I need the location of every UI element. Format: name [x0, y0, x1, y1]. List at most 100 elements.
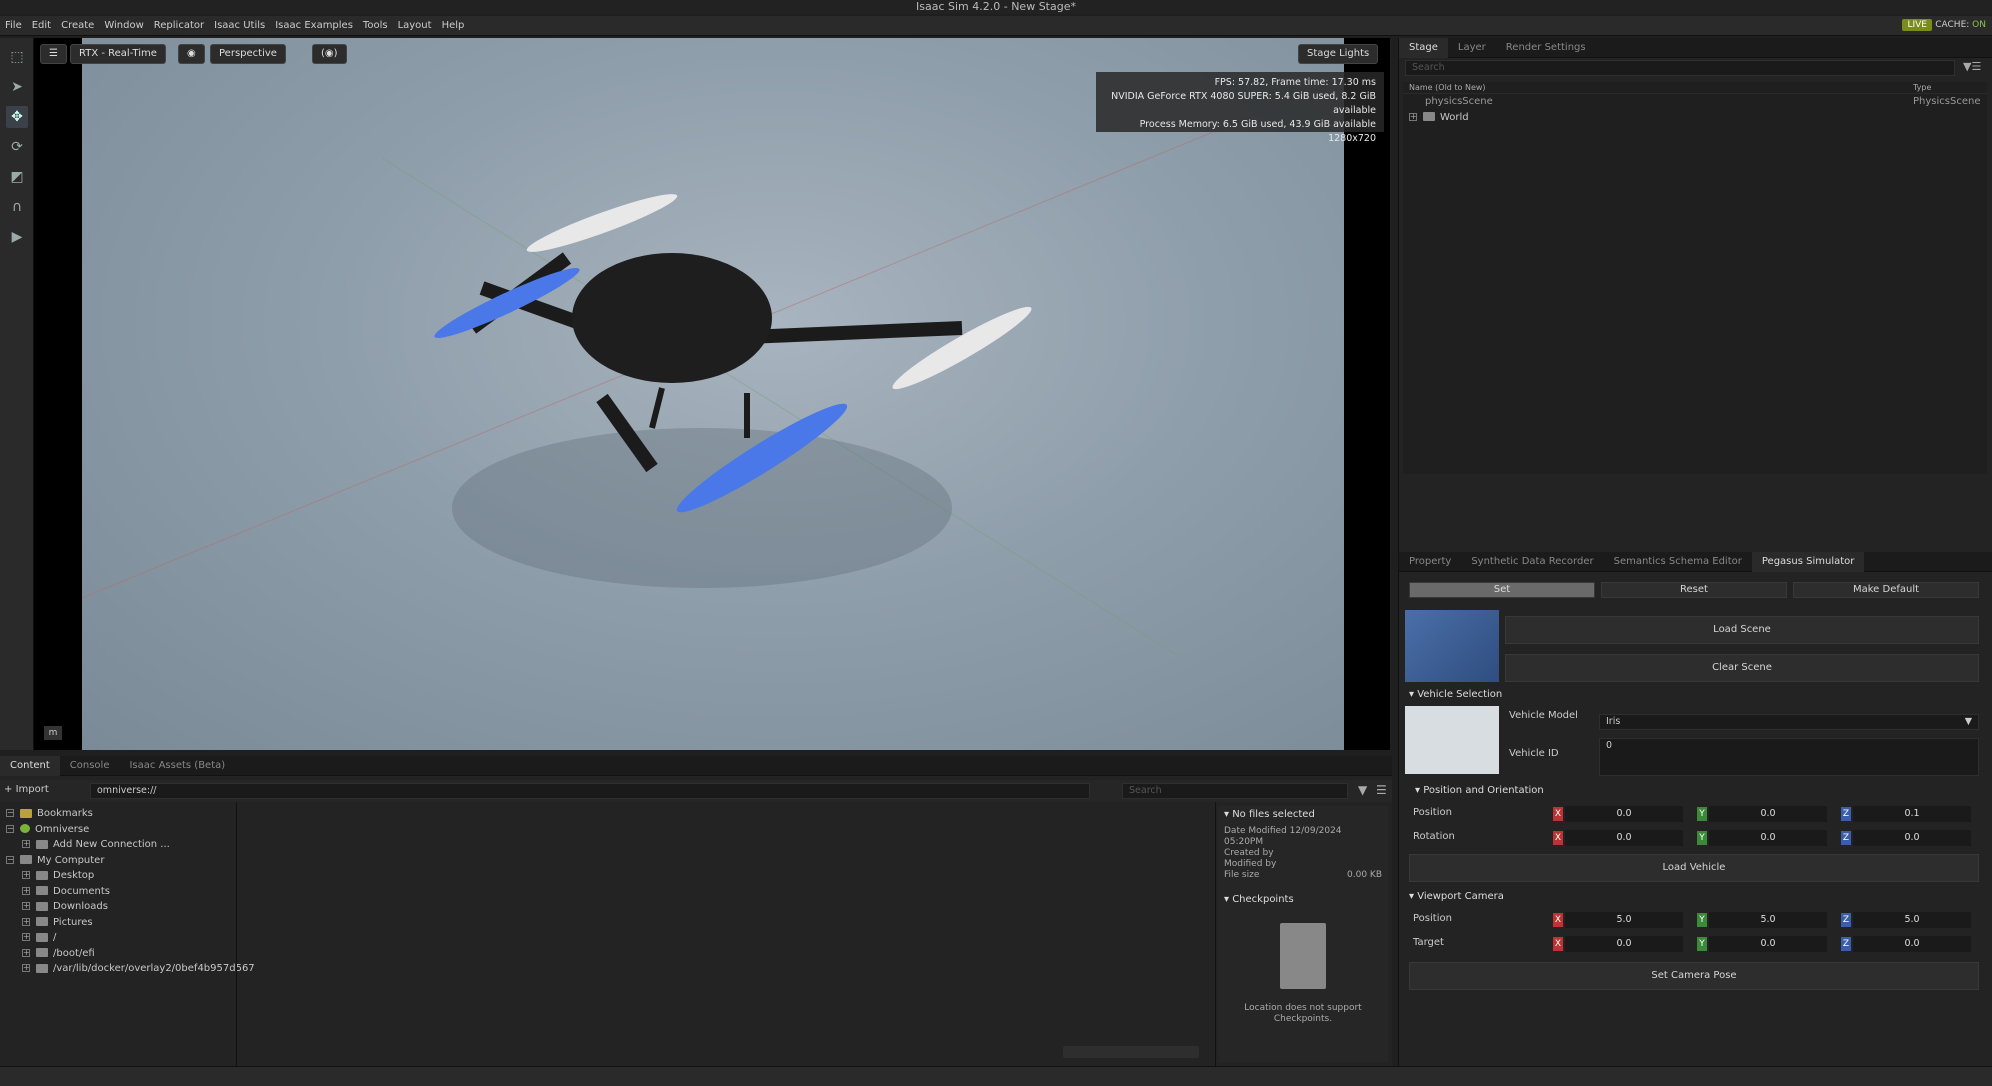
tab-semantics-schema-editor[interactable]: Semantics Schema Editor: [1604, 552, 1752, 572]
menu-icon[interactable]: ☰: [1376, 783, 1387, 797]
path-field[interactable]: omniverse://: [90, 783, 1090, 799]
camera-position-z-value[interactable]: 5.0: [1853, 912, 1971, 928]
rotation-z-value[interactable]: 0.0: [1853, 830, 1971, 846]
content-search-input[interactable]: Search: [1122, 783, 1348, 799]
camera-target-y[interactable]: Y 0.0: [1697, 936, 1837, 952]
reset-button[interactable]: Reset: [1601, 582, 1787, 598]
menu-file[interactable]: File: [0, 16, 27, 36]
camera-position-z[interactable]: Z 5.0: [1841, 912, 1981, 928]
camera-position-y[interactable]: Y 5.0: [1697, 912, 1837, 928]
position-x-value[interactable]: 0.0: [1565, 806, 1683, 822]
tab-property[interactable]: Property: [1399, 552, 1461, 572]
menu-isaac-utils[interactable]: Isaac Utils: [209, 16, 270, 36]
camera-target-z-value[interactable]: 0.0: [1853, 936, 1971, 952]
position-x[interactable]: X 0.0: [1553, 806, 1693, 822]
stage-lights-button[interactable]: Stage Lights: [1298, 44, 1379, 64]
menu-create[interactable]: Create: [56, 16, 99, 36]
menu-isaac-examples[interactable]: Isaac Examples: [270, 16, 358, 36]
camera-button[interactable]: Perspective: [210, 44, 286, 64]
tab-render-settings[interactable]: Render Settings: [1496, 38, 1596, 58]
rotation-z[interactable]: Z 0.0: [1841, 830, 1981, 846]
renderer-button[interactable]: RTX - Real-Time: [70, 44, 166, 64]
camera-position-x[interactable]: X 5.0: [1553, 912, 1693, 928]
position-z-value[interactable]: 0.1: [1853, 806, 1971, 822]
play-icon[interactable]: ▶: [6, 226, 28, 248]
menu-layout[interactable]: Layout: [393, 16, 437, 36]
import-button[interactable]: + Import: [4, 784, 49, 795]
stage-item-physics-scene[interactable]: physicsScene PhysicsScene: [1403, 94, 1987, 110]
load-vehicle-button[interactable]: Load Vehicle: [1409, 854, 1979, 882]
tab-isaac-assets[interactable]: Isaac Assets (Beta): [119, 756, 235, 776]
clear-scene-button[interactable]: Clear Scene: [1505, 654, 1979, 682]
tree-documents[interactable]: + Documents: [6, 884, 232, 900]
scale-icon[interactable]: ◩: [6, 166, 28, 188]
snap-icon[interactable]: ∩: [6, 196, 28, 218]
tree-downloads[interactable]: + Downloads: [6, 899, 232, 915]
rotation-x[interactable]: X 0.0: [1553, 830, 1693, 846]
capture-icon[interactable]: (◉): [312, 44, 347, 64]
menu-edit[interactable]: Edit: [27, 16, 56, 36]
tree-label: Omniverse: [35, 823, 90, 835]
tree-desktop[interactable]: + Desktop: [6, 868, 232, 884]
stage-filter-icon[interactable]: ▼☰: [1963, 60, 1981, 73]
set-button[interactable]: Set: [1409, 582, 1595, 598]
make-default-button[interactable]: Make Default: [1793, 582, 1979, 598]
tree-add-connection[interactable]: + Add New Connection ...: [6, 837, 232, 853]
tree-omniverse[interactable]: − Omniverse: [6, 822, 232, 838]
tab-synthetic-data-recorder[interactable]: Synthetic Data Recorder: [1461, 552, 1603, 572]
menu-replicator[interactable]: Replicator: [149, 16, 209, 36]
filter-icon[interactable]: ▼: [1358, 783, 1367, 797]
load-scene-button[interactable]: Load Scene: [1505, 616, 1979, 644]
axis-x: X: [1553, 913, 1563, 927]
vehicle-id-field[interactable]: 0: [1599, 738, 1979, 776]
thumbnail-size-slider[interactable]: [1063, 1046, 1199, 1058]
rotation-y[interactable]: Y 0.0: [1697, 830, 1837, 846]
tree-bookmarks[interactable]: − Bookmarks: [6, 806, 232, 822]
file-list[interactable]: [236, 802, 1216, 1066]
no-files-heading: ▾ No files selected: [1224, 809, 1315, 820]
camera-target-x-value[interactable]: 0.0: [1565, 936, 1683, 952]
viewport-camera-heading[interactable]: ▾ Viewport Camera: [1409, 888, 1504, 906]
set-camera-pose-button[interactable]: Set Camera Pose: [1409, 962, 1979, 990]
menu-window[interactable]: Window: [99, 16, 148, 36]
select-arrow-icon[interactable]: ➤: [6, 76, 28, 98]
camera-position-row: Position X 5.0 Y 5.0 Z 5.0: [1413, 912, 1973, 928]
created-by-label: Created by: [1224, 848, 1274, 858]
tree-my-computer[interactable]: − My Computer: [6, 853, 232, 869]
tree-root[interactable]: + /: [6, 930, 232, 946]
checkpoints-heading[interactable]: ▾ Checkpoints: [1218, 891, 1388, 909]
viewport-settings-button[interactable]: ☰: [40, 44, 67, 64]
tab-layer[interactable]: Layer: [1448, 38, 1496, 58]
select-mode-icon[interactable]: ⬚: [6, 46, 28, 68]
tree-docker-overlay[interactable]: +/var/lib/docker/overlay2/0bef4b957d567: [6, 961, 255, 977]
move-icon[interactable]: ✥: [6, 106, 28, 128]
tab-pegasus-simulator[interactable]: Pegasus Simulator: [1751, 552, 1865, 572]
rotation-y-value[interactable]: 0.0: [1709, 830, 1827, 846]
vehicle-model-select[interactable]: Iris ▼: [1599, 714, 1979, 730]
tab-console[interactable]: Console: [60, 756, 120, 776]
checkpoint-note-line: Location does not support: [1244, 1003, 1362, 1013]
viewport[interactable]: ☰ RTX - Real-Time ◉ Perspective (◉) Stag…: [34, 38, 1390, 750]
position-y[interactable]: Y 0.0: [1697, 806, 1837, 822]
stage-search-input[interactable]: Search: [1405, 60, 1955, 76]
tree-boot-efi[interactable]: +/boot/efi: [6, 946, 232, 962]
camera-target-z[interactable]: Z 0.0: [1841, 936, 1981, 952]
camera-position-y-value[interactable]: 5.0: [1709, 912, 1827, 928]
rotate-icon[interactable]: ⟳: [6, 136, 28, 158]
rotation-x-value[interactable]: 0.0: [1565, 830, 1683, 846]
position-z[interactable]: Z 0.1: [1841, 806, 1981, 822]
position-y-value[interactable]: 0.0: [1709, 806, 1827, 822]
camera-target-x[interactable]: X 0.0: [1553, 936, 1693, 952]
camera-position-x-value[interactable]: 5.0: [1565, 912, 1683, 928]
vehicle-selection-heading[interactable]: ▾ Vehicle Selection: [1409, 686, 1502, 704]
live-badge[interactable]: LIVE: [1902, 19, 1932, 31]
position-orientation-heading[interactable]: ▾ Position and Orientation: [1415, 782, 1544, 800]
camera-target-y-value[interactable]: 0.0: [1709, 936, 1827, 952]
menu-help[interactable]: Help: [437, 16, 470, 36]
tab-stage[interactable]: Stage: [1399, 38, 1448, 58]
tree-pictures[interactable]: + Pictures: [6, 915, 232, 931]
tab-content[interactable]: Content: [0, 756, 60, 776]
menu-tools[interactable]: Tools: [358, 16, 393, 36]
stage-item-world[interactable]: + World: [1403, 110, 1987, 126]
visibility-icon[interactable]: ◉: [178, 44, 205, 64]
